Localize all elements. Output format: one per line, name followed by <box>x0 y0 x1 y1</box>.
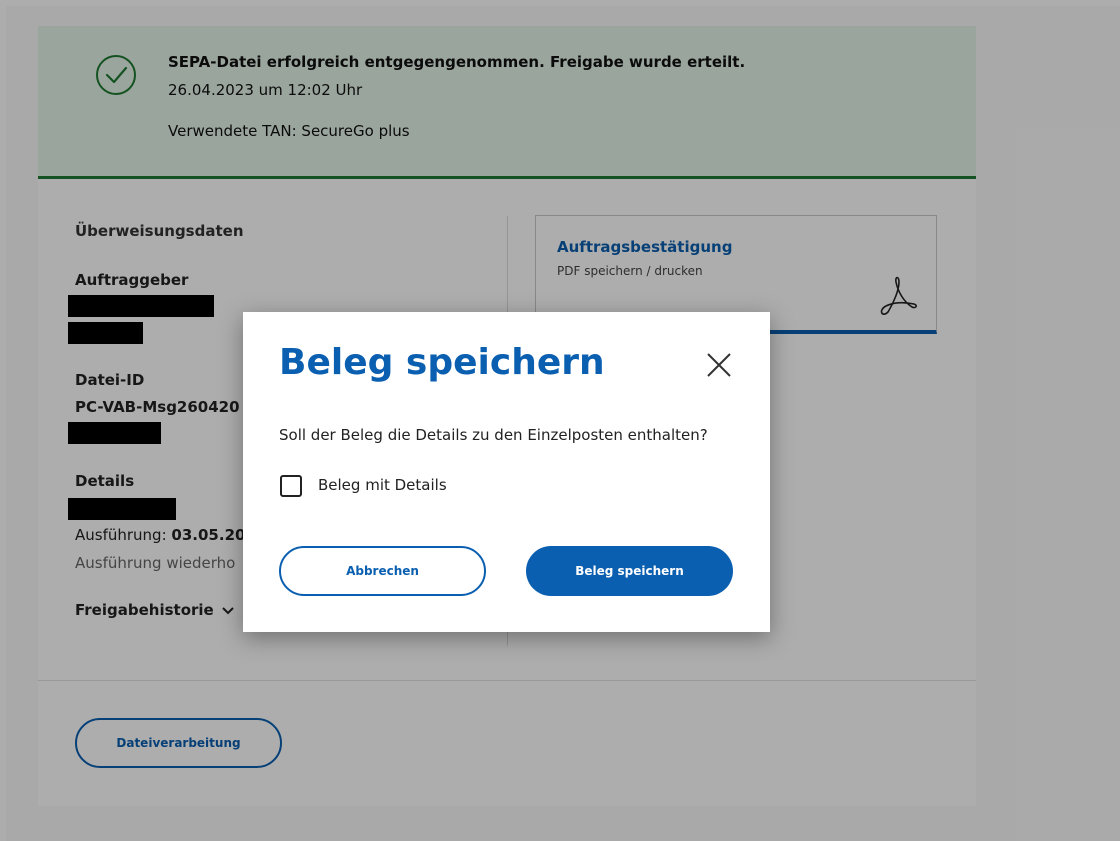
save-receipt-button[interactable]: Beleg speichern <box>526 546 733 596</box>
save-receipt-dialog: Beleg speichern Soll der Beleg die Detai… <box>243 312 770 632</box>
close-icon[interactable] <box>706 352 732 378</box>
details-checkbox[interactable] <box>280 475 302 497</box>
cancel-button[interactable]: Abbrechen <box>279 546 486 596</box>
dialog-title: Beleg speichern <box>279 342 605 383</box>
dialog-question: Soll der Beleg die Details zu den Einzel… <box>279 426 708 444</box>
details-checkbox-label[interactable]: Beleg mit Details <box>318 476 447 494</box>
